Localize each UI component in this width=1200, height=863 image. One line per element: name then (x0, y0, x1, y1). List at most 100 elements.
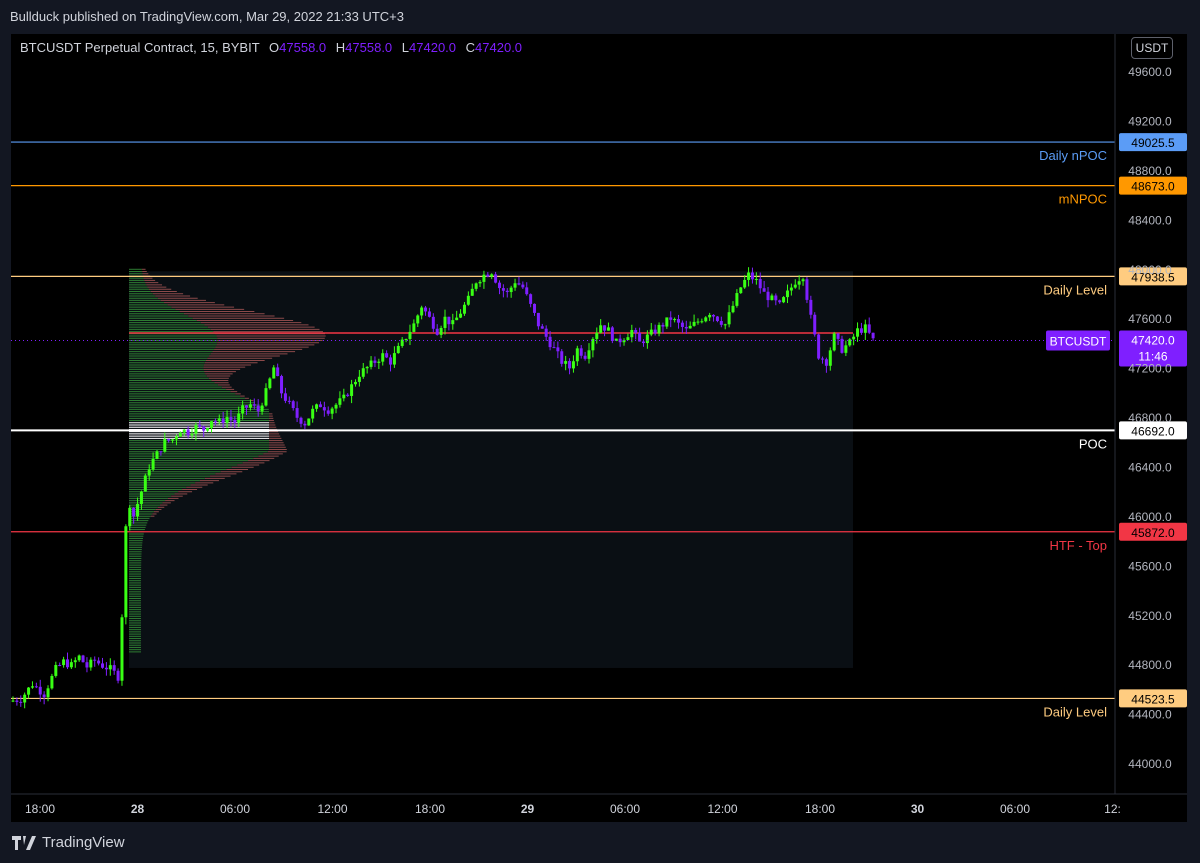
candle-body (11, 700, 15, 702)
y-tick-label: 47600.0 (1128, 312, 1172, 326)
candle-body (645, 334, 649, 344)
candle-body (353, 381, 357, 385)
candle-body (108, 665, 112, 670)
candle-body (684, 326, 688, 329)
candle-body (856, 328, 860, 337)
price-chart[interactable]: Daily nPOC 49025.5 mNPOC 48673.0 Daily Level… (11, 34, 1187, 822)
x-tick-label: 06:00 (220, 802, 250, 816)
candle-body (143, 475, 147, 492)
candle-body (241, 405, 245, 414)
candle-body (27, 687, 31, 695)
candle-body (727, 312, 731, 325)
open-value: 47558.0 (279, 40, 327, 55)
candle-body (774, 295, 778, 301)
candle-body (46, 688, 50, 698)
candle-body (474, 283, 478, 289)
candle-body (579, 348, 583, 356)
candle-body (365, 366, 369, 369)
candle-body (77, 655, 81, 661)
candle-body (73, 660, 77, 663)
candle-body (603, 325, 607, 331)
level-price-value: 49025.5 (1131, 136, 1175, 150)
candle-body (124, 526, 128, 618)
candle-body (583, 355, 587, 359)
candle-body (560, 351, 564, 364)
y-tick-label: 48800.0 (1128, 164, 1172, 178)
candle-body (420, 307, 424, 316)
x-tick-label: 06:00 (1000, 802, 1030, 816)
candle-body (237, 413, 241, 423)
candle-body (256, 405, 260, 412)
currency-button[interactable]: USDT (1131, 37, 1173, 59)
candle-body (665, 317, 669, 327)
candle-body (198, 424, 202, 427)
candle-body (836, 333, 840, 339)
candle-body (206, 428, 210, 431)
candle-body (416, 315, 420, 324)
candle-body (225, 417, 229, 423)
candle-body (268, 378, 272, 389)
level-price-value: 44523.5 (1131, 692, 1175, 706)
x-tick-label: 12: (1104, 802, 1121, 816)
candle-body (568, 361, 572, 369)
candle-body (556, 347, 560, 352)
x-tick-label: 12:00 (317, 802, 347, 816)
candle-body (517, 283, 521, 285)
chart-legend: BTCUSDT Perpetual Contract, 15, BYBIT O4… (20, 40, 522, 55)
candle-body (544, 328, 548, 337)
candle-body (209, 421, 213, 429)
candle-body (552, 347, 556, 349)
candle-body (509, 287, 513, 293)
candle-body (505, 290, 509, 293)
candle-body (291, 401, 295, 409)
candle-body (770, 295, 774, 301)
candle-body (622, 340, 626, 343)
candle-body (700, 321, 704, 323)
candle-body (202, 426, 206, 431)
candle-body (575, 348, 579, 362)
candle-body (132, 507, 136, 517)
candle-body (789, 287, 793, 291)
candle-body (435, 328, 439, 335)
candle-body (712, 314, 716, 317)
candle-body (595, 332, 599, 339)
candle-body (630, 330, 634, 338)
candle-body (447, 316, 451, 325)
candle-body (521, 284, 525, 288)
candle-body (778, 300, 782, 303)
candle-body (101, 663, 105, 668)
chart-frame[interactable]: Daily nPOC 49025.5 mNPOC 48673.0 Daily Level… (11, 34, 1187, 822)
candle-body (30, 686, 34, 688)
candle-body (673, 319, 677, 321)
candle-body (139, 491, 143, 504)
candle-body (58, 664, 62, 666)
candle-body (750, 272, 754, 280)
candle-body (264, 388, 268, 406)
y-tick-label: 47200.0 (1128, 362, 1172, 376)
brand-name: TradingView (42, 834, 125, 851)
candle-body (280, 376, 284, 394)
candle-body (178, 432, 182, 437)
y-tick-label: 48400.0 (1128, 213, 1172, 227)
candle-body (754, 278, 758, 280)
candle-body (490, 274, 494, 277)
level-price-value: 45872.0 (1131, 526, 1175, 540)
candle-body (817, 334, 821, 359)
candle-body (159, 451, 163, 453)
candle-body (533, 303, 537, 313)
candle-body (766, 291, 770, 301)
y-tick-label: 44000.0 (1128, 757, 1172, 771)
candle-body (821, 358, 825, 360)
candle-body (680, 322, 684, 327)
candle-body (548, 336, 552, 348)
high-value: 47558.0 (345, 40, 393, 55)
publish-header: Bullduck published on TradingView.com, M… (0, 0, 1200, 34)
candle-body (89, 659, 93, 668)
candle-body (723, 324, 727, 326)
candle-body (217, 418, 221, 422)
candle-body (813, 314, 817, 335)
candle-body (455, 317, 459, 321)
candle-body (260, 405, 264, 412)
candle-body (318, 404, 322, 408)
tradingview-logo[interactable]: TradingView (12, 834, 125, 851)
